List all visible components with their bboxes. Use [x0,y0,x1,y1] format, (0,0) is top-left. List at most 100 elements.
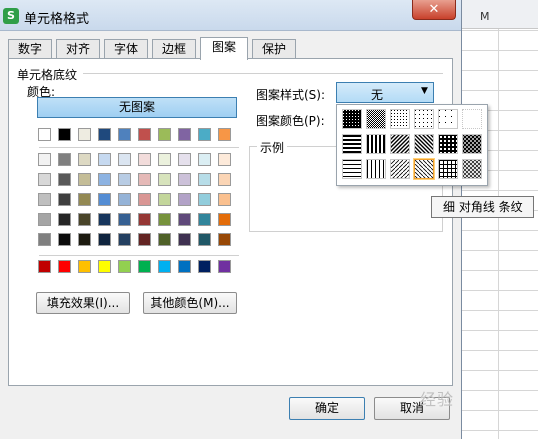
tab-protection[interactable]: 保护 [252,39,296,59]
color-swatch[interactable] [178,128,191,141]
tab-number[interactable]: 数字 [8,39,52,59]
pattern-option[interactable] [366,159,386,179]
color-swatch[interactable] [158,260,171,273]
color-swatch[interactable] [138,128,151,141]
more-colors-button[interactable]: 其他颜色(M)... [143,292,237,314]
pattern-option[interactable] [462,109,482,129]
color-swatch[interactable] [98,213,111,226]
color-swatch[interactable] [138,193,151,206]
color-swatch[interactable] [78,213,91,226]
color-swatch[interactable] [118,128,131,141]
color-swatch[interactable] [178,193,191,206]
color-swatch[interactable] [38,128,51,141]
pattern-option[interactable] [438,109,458,129]
color-swatch[interactable] [138,153,151,166]
fill-effects-button[interactable]: 填充效果(I)... [36,292,130,314]
color-swatch[interactable] [58,173,71,186]
color-swatch[interactable] [198,173,211,186]
color-swatch[interactable] [158,128,171,141]
color-swatch[interactable] [218,173,231,186]
color-swatch[interactable] [118,260,131,273]
color-swatch[interactable] [138,233,151,246]
color-swatch[interactable] [118,173,131,186]
color-swatch[interactable] [198,260,211,273]
color-swatch[interactable] [38,213,51,226]
pattern-option[interactable] [414,159,434,179]
color-swatch[interactable] [138,260,151,273]
color-swatch[interactable] [218,213,231,226]
color-swatch[interactable] [78,260,91,273]
color-swatch[interactable] [118,213,131,226]
tab-font[interactable]: 字体 [104,39,148,59]
pattern-option[interactable] [342,134,362,154]
color-swatch[interactable] [58,153,71,166]
color-swatch[interactable] [118,233,131,246]
pattern-option[interactable] [462,134,482,154]
pattern-option[interactable] [414,134,434,154]
color-swatch[interactable] [38,233,51,246]
pattern-option[interactable] [390,159,410,179]
color-swatch[interactable] [158,153,171,166]
color-swatch[interactable] [118,193,131,206]
color-swatch[interactable] [38,193,51,206]
tab-patterns[interactable]: 图案 [200,37,248,60]
pattern-option[interactable] [414,109,434,129]
pattern-option[interactable] [438,159,458,179]
color-swatch[interactable] [218,193,231,206]
color-swatch[interactable] [198,213,211,226]
color-swatch[interactable] [138,173,151,186]
color-swatch[interactable] [118,153,131,166]
color-swatch[interactable] [58,213,71,226]
pattern-option[interactable] [462,159,482,179]
tab-border[interactable]: 边框 [152,39,196,59]
color-swatch[interactable] [178,260,191,273]
color-swatch[interactable] [218,128,231,141]
color-swatch[interactable] [78,153,91,166]
pattern-option[interactable] [342,159,362,179]
ok-button[interactable]: 确定 [289,397,365,420]
color-swatch[interactable] [78,173,91,186]
color-swatch[interactable] [38,260,51,273]
color-swatch[interactable] [178,233,191,246]
color-swatch[interactable] [198,153,211,166]
color-swatch[interactable] [98,233,111,246]
color-swatch[interactable] [218,153,231,166]
color-swatch[interactable] [58,128,71,141]
color-swatch[interactable] [98,193,111,206]
color-swatch[interactable] [58,260,71,273]
no-pattern-button[interactable]: 无图案 [37,97,237,118]
color-swatch[interactable] [178,153,191,166]
color-swatch[interactable] [98,128,111,141]
pattern-option[interactable] [342,109,362,129]
color-swatch[interactable] [78,128,91,141]
color-swatch[interactable] [158,213,171,226]
tab-alignment[interactable]: 对齐 [56,39,100,59]
pattern-option[interactable] [390,109,410,129]
color-swatch[interactable] [38,153,51,166]
pattern-option[interactable] [438,134,458,154]
color-swatch[interactable] [78,193,91,206]
color-swatch[interactable] [158,233,171,246]
color-swatch[interactable] [98,173,111,186]
color-swatch[interactable] [198,193,211,206]
color-swatch[interactable] [98,260,111,273]
color-swatch[interactable] [158,173,171,186]
color-swatch[interactable] [218,260,231,273]
color-swatch[interactable] [218,233,231,246]
pattern-option[interactable] [366,109,386,129]
color-swatch[interactable] [38,173,51,186]
color-swatch[interactable] [78,233,91,246]
color-swatch[interactable] [98,153,111,166]
color-swatch[interactable] [58,233,71,246]
color-swatch[interactable] [138,213,151,226]
color-swatch[interactable] [178,213,191,226]
close-button[interactable]: ✕ [412,0,456,20]
pattern-option[interactable] [390,134,410,154]
color-swatch[interactable] [58,193,71,206]
color-swatch[interactable] [198,233,211,246]
color-swatch[interactable] [198,128,211,141]
pattern-style-dropdown[interactable]: 无 ▼ [336,82,434,103]
color-swatch[interactable] [158,193,171,206]
pattern-option[interactable] [366,134,386,154]
color-swatch[interactable] [178,173,191,186]
